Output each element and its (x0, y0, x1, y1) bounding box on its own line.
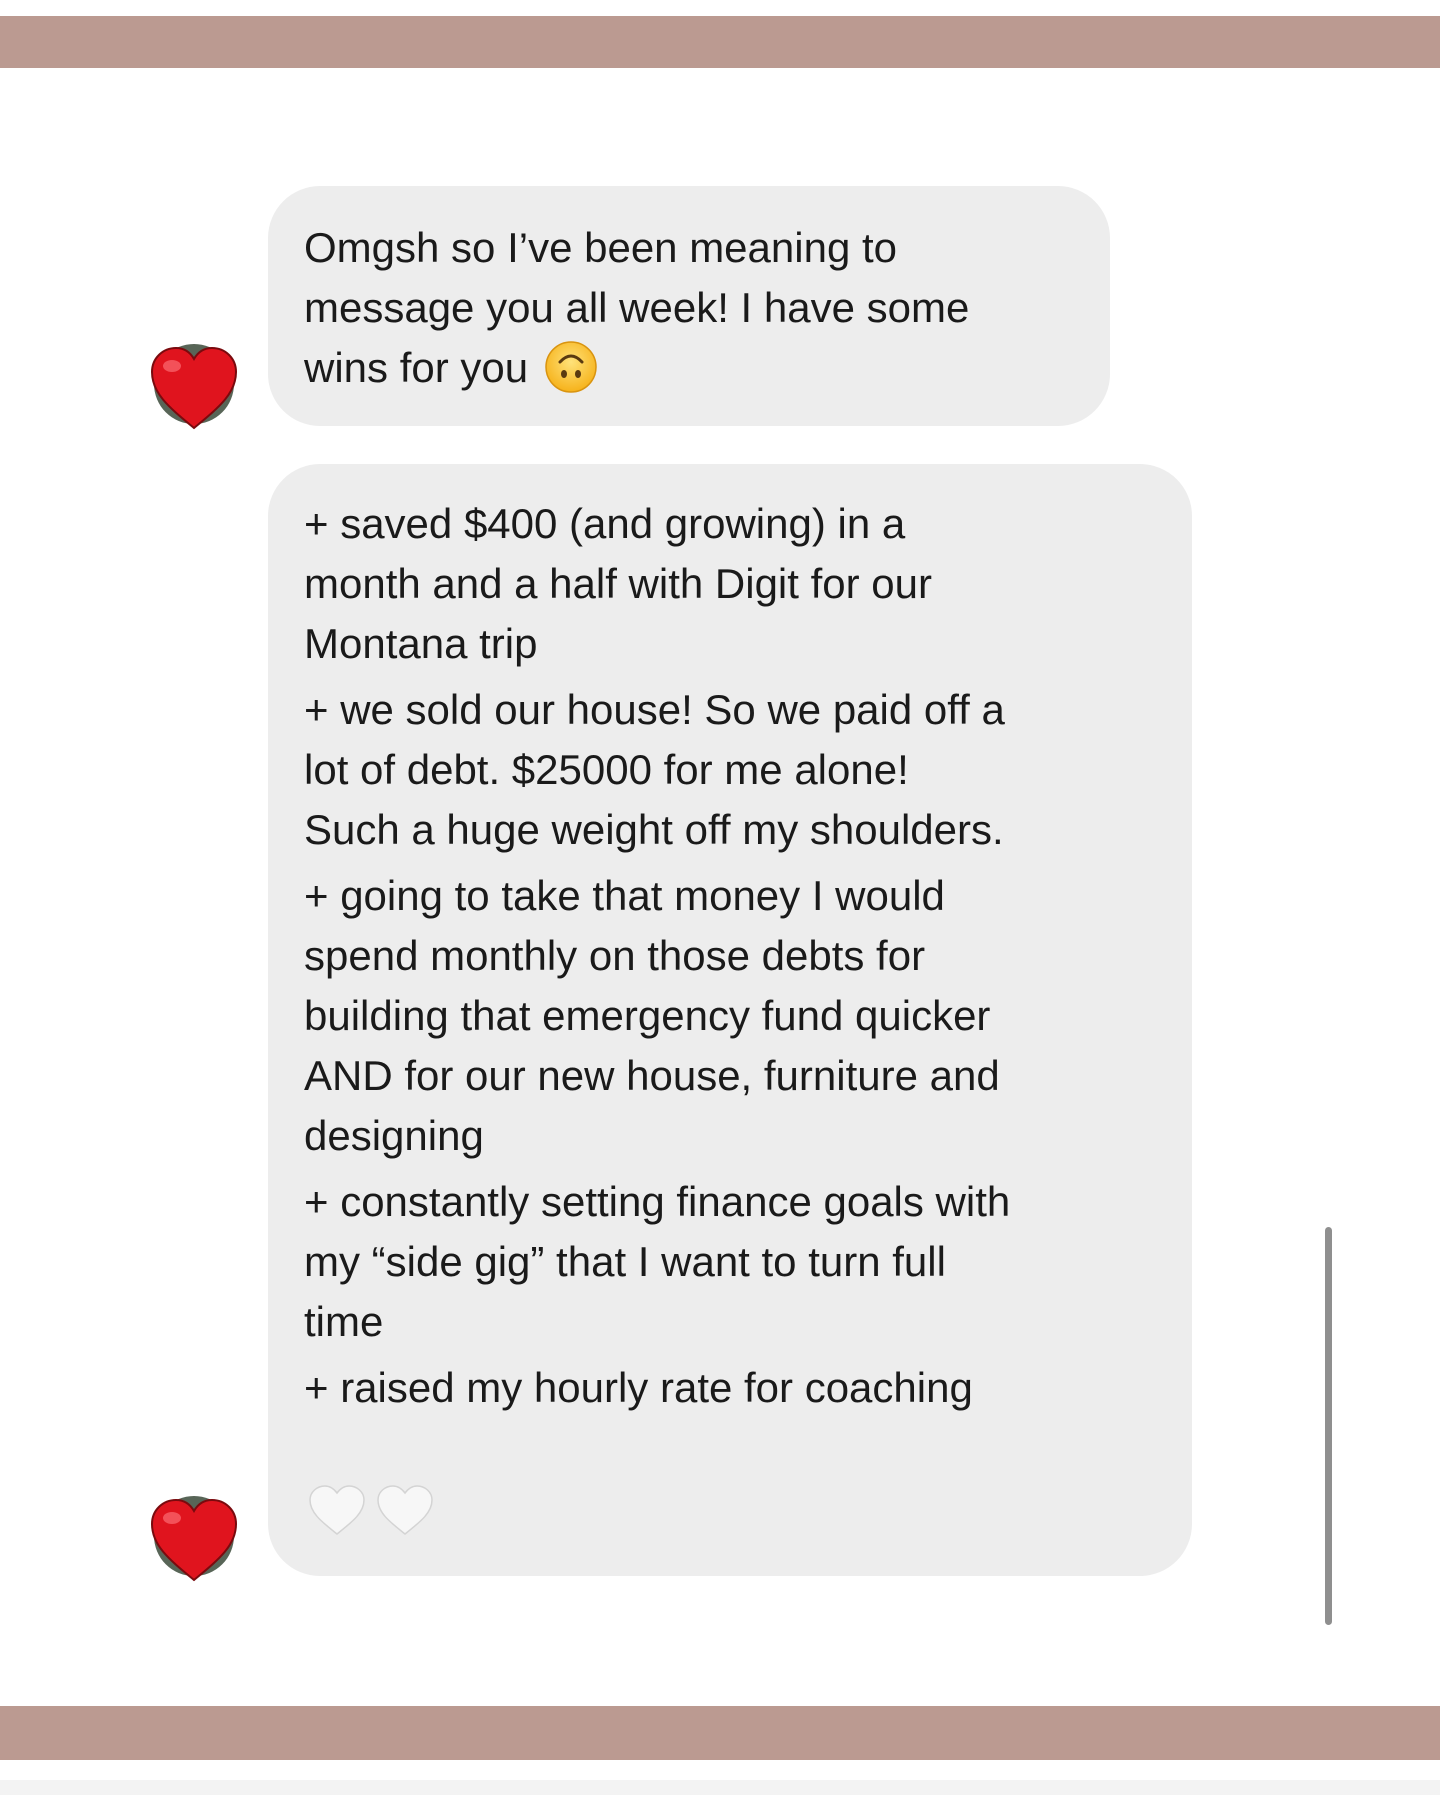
win-item-2: + we sold our house! So we paid off a lo… (304, 680, 1156, 860)
win-item-3-line-5: designing (304, 1112, 484, 1159)
sender-avatar-2[interactable] (148, 1494, 240, 1586)
win-item-1-line-2: month and a half with Digit for our (304, 560, 932, 607)
upside-down-face-emoji-icon (545, 341, 597, 393)
win-item-4: + constantly setting finance goals with … (304, 1172, 1156, 1352)
message-1-line-1: Omgsh so I’ve been meaning to (304, 224, 898, 271)
bottom-decorative-band (0, 1706, 1440, 1760)
win-item-1: + saved $400 (and growing) in a month an… (304, 494, 1156, 674)
win-item-3-line-3: building that emergency fund quicker (304, 992, 991, 1039)
white-heart-icon (377, 1485, 433, 1535)
win-item-3-line-4: AND for our new house, furniture and (304, 1052, 1000, 1099)
win-item-3-line-1: + going to take that money I would (304, 872, 945, 919)
message-1-line-3: wins for you (304, 338, 1074, 398)
win-item-4-line-2: my “side gig” that I want to turn full (304, 1238, 946, 1285)
sender-avatar[interactable] (148, 342, 240, 434)
win-item-2-line-3: Such a huge weight off my shoulders. (304, 806, 1004, 853)
white-heart-icon (309, 1485, 365, 1535)
win-item-3: + going to take that money I would spend… (304, 866, 1156, 1166)
message-bubble-2[interactable]: + saved $400 (and growing) in a month an… (268, 464, 1192, 1576)
win-item-4-line-3: time (304, 1298, 384, 1345)
red-heart-icon (150, 1496, 238, 1582)
bottom-strip (0, 1780, 1440, 1795)
message-reactions[interactable] (308, 1484, 434, 1536)
win-item-5: + raised my hourly rate for coaching (304, 1358, 1156, 1418)
vertical-scrollbar[interactable] (1325, 1227, 1332, 1625)
message-1-line-3-text: wins for you (304, 344, 529, 391)
red-heart-icon (150, 344, 238, 430)
win-item-1-line-1: + saved $400 (and growing) in a (304, 500, 906, 547)
win-item-2-line-1: + we sold our house! So we paid off a (304, 686, 1005, 733)
top-decorative-band (0, 16, 1440, 68)
message-1-line-2: message you all week! I have some (304, 284, 970, 331)
win-item-3-line-2: spend monthly on those debts for (304, 932, 926, 979)
win-item-1-line-3: Montana trip (304, 620, 538, 667)
win-item-5-line-1: + raised my hourly rate for coaching (304, 1364, 973, 1411)
win-item-2-line-2: lot of debt. $25000 for me alone! (304, 746, 909, 793)
message-bubble-1[interactable]: Omgsh so I’ve been meaning to message yo… (268, 186, 1110, 426)
win-item-4-line-1: + constantly setting finance goals with (304, 1178, 1011, 1225)
